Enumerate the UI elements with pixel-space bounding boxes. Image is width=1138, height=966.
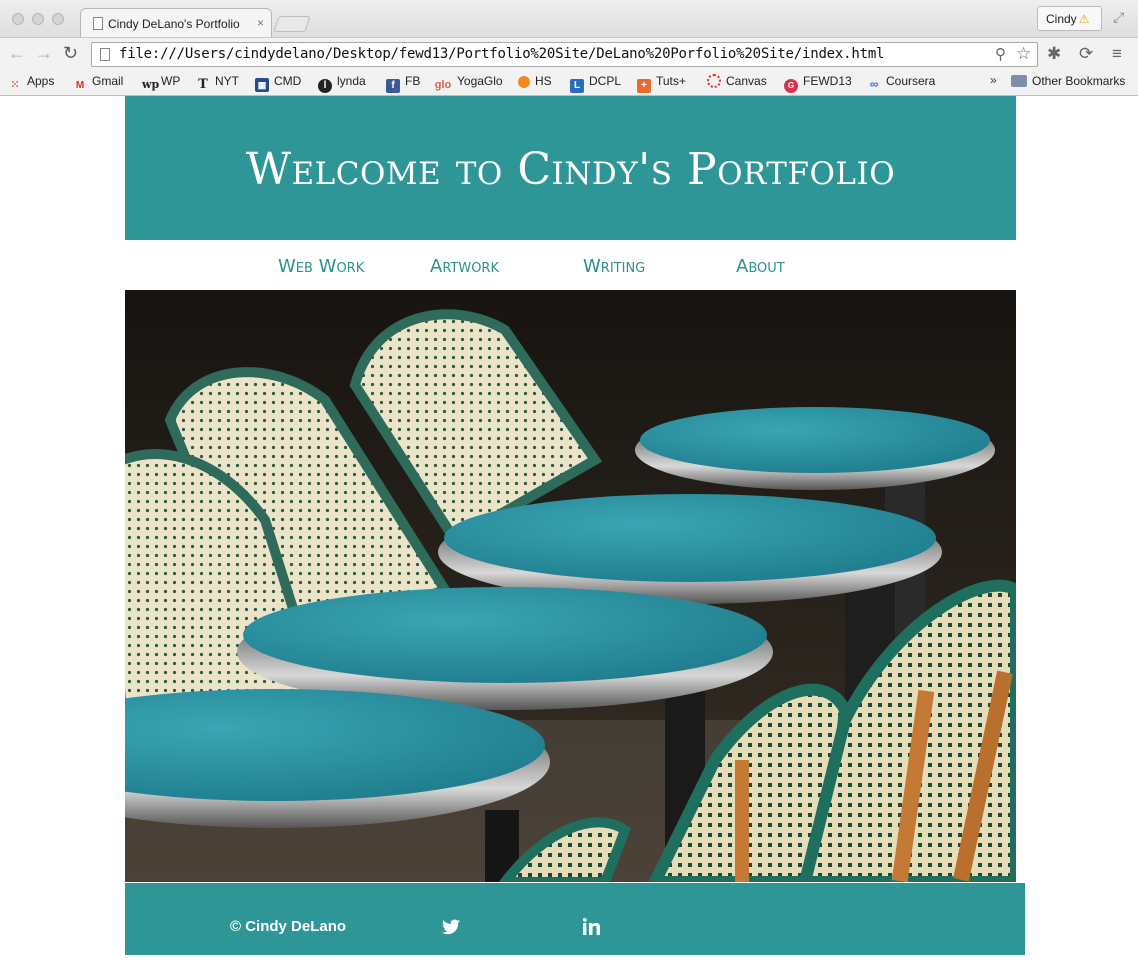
bookmarks-bar: ⁙ Apps M Gmail wp WP T NYT ▦ CMD l lynda f FB g… [0,69,1138,96]
lynda-icon: l [318,79,332,93]
bookmark-label: HS [535,74,552,88]
site-title: Welcome to Cindy's Portfolio [245,144,896,195]
bookmark-label: FEWD13 [803,74,852,88]
bookmark-hs[interactable]: HS [518,74,552,88]
bookmark-tuts[interactable]: + Tuts+ [637,74,686,93]
warning-icon: ⚠ [1078,12,1090,26]
bookmark-label: YogaGlo [457,74,503,88]
bookmarks-overflow-icon[interactable]: » [990,73,997,87]
bookmark-canvas[interactable]: Canvas [707,74,767,88]
washington-post-icon: wp [142,78,160,91]
site-header: Welcome to Cindy's Portfolio [125,96,1016,240]
gmail-icon: M [75,80,85,91]
browser-tab-active[interactable]: Cindy DeLano's Portfolio × [80,8,272,37]
bookmark-apps[interactable]: ⁙ Apps [8,74,54,92]
cafe-tables-illustration [125,290,1016,882]
fewd13-icon: G [784,79,798,93]
url-text[interactable]: file:///Users/cindydelano/Desktop/fewd13… [119,46,884,62]
site-nav: Web Work Artwork Writing About [125,240,1016,290]
back-icon[interactable]: ← [8,43,26,64]
zoom-window-button[interactable] [52,13,64,25]
tab-strip: Cindy DeLano's Portfolio × Cindy ⚠ ⤢ [0,0,1138,37]
page-icon [93,17,103,30]
sync-extension-icon[interactable]: ⟳ [1079,44,1093,64]
folder-icon [1011,75,1027,87]
bookmark-lynda[interactable]: l lynda [318,74,366,93]
page-icon [100,48,110,61]
tab-title: Cindy DeLano's Portfolio [108,17,240,31]
bookmark-fewd13[interactable]: G FEWD13 [784,74,852,93]
browser-chrome: Cindy DeLano's Portfolio × Cindy ⚠ ⤢ ← → … [0,0,1138,96]
forward-icon[interactable]: → [35,43,53,64]
facebook-icon: f [386,79,400,93]
tuts-icon: + [637,79,651,93]
profile-name: Cindy [1046,12,1077,26]
twitter-icon[interactable] [442,919,460,940]
bookmark-gmail[interactable]: M Gmail [73,74,124,93]
nav-link-writing[interactable]: Writing [583,256,645,277]
nav-link-about[interactable]: About [736,256,785,277]
bookmark-other[interactable]: Other Bookmarks [1011,74,1125,88]
tab-close-icon[interactable]: × [257,16,264,30]
bookmark-label: lynda [337,74,366,88]
bookmark-wp[interactable]: wp WP [142,74,180,92]
nav-link-artwork[interactable]: Artwork [430,256,499,277]
new-tab-button[interactable] [273,16,311,32]
nyt-icon: T [198,77,208,92]
canvas-icon [707,74,721,88]
apps-grid-icon: ⁙ [10,79,20,91]
browser-toolbar: ← → ↻ file:///Users/cindydelano/Desktop/… [0,37,1138,69]
bookmark-coursera[interactable]: ∞ Coursera [867,74,936,91]
hero-cafe-photo [125,290,1016,882]
site-footer: © Cindy DeLano [125,883,1025,955]
bookmark-label: NYT [215,74,239,88]
star-bookmark-icon[interactable]: ☆ [1016,44,1031,64]
cmd-icon: ▦ [255,78,269,92]
profile-button[interactable]: Cindy ⚠ [1037,6,1102,31]
bookmark-cmd[interactable]: ▦ CMD [255,74,301,92]
yogaglo-icon: glo [434,79,452,91]
bookmark-nyt[interactable]: T NYT [196,74,239,92]
bookmark-label: WP [161,74,181,88]
linkedin-icon[interactable] [582,918,600,940]
bookmark-label: Tuts+ [656,74,686,88]
bookmark-label: FB [405,74,421,88]
bookmark-label: Canvas [726,74,767,88]
coursera-icon: ∞ [869,77,879,91]
bookmark-label: CMD [274,74,302,88]
bookmark-label: DCPL [589,74,622,88]
reload-icon[interactable]: ↻ [63,43,78,64]
bookmark-label: Gmail [92,74,124,88]
fullscreen-icon[interactable]: ⤢ [1113,9,1124,26]
nav-link-web-work[interactable]: Web Work [278,256,364,277]
address-bar[interactable]: file:///Users/cindydelano/Desktop/fewd13… [91,42,1038,67]
menu-icon[interactable]: ≡ [1112,44,1122,64]
bookmark-label: Other Bookmarks [1032,74,1126,88]
hs-icon [518,76,530,88]
bookmark-dcpl[interactable]: L DCPL [570,74,621,93]
close-window-button[interactable] [12,13,24,25]
page-viewport: Welcome to Cindy's Portfolio Web Work Ar… [0,96,1138,966]
minimize-window-button[interactable] [32,13,44,25]
bookmark-label: Coursera [886,74,936,88]
search-icon[interactable]: ⚲ [995,45,1006,63]
footer-copyright: © Cindy DeLano [230,918,347,935]
bookmark-label: Apps [27,74,55,88]
bookmark-fb[interactable]: f FB [386,74,420,93]
bookmark-yogaglo[interactable]: glo YogaGlo [434,74,503,92]
dcpl-icon: L [570,79,584,93]
bug-extension-icon[interactable]: ✱ [1047,44,1061,64]
